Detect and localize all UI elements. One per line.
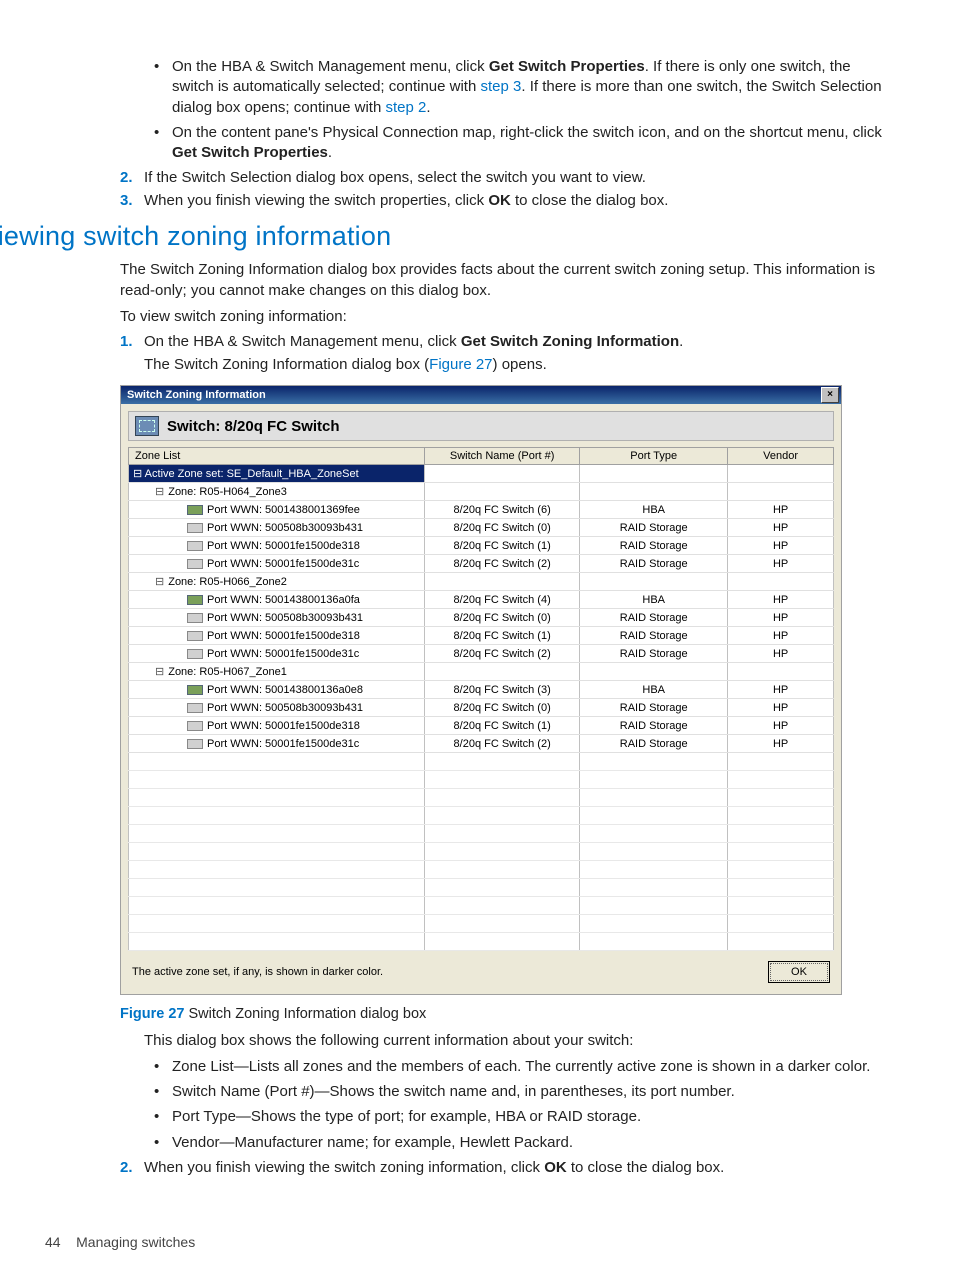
table-row[interactable] (129, 915, 834, 933)
link-step2[interactable]: step 2 (385, 99, 426, 116)
intro-bullet-list: On the HBA & Switch Management menu, cli… (144, 57, 894, 163)
intro-bullet-1: On the HBA & Switch Management menu, cli… (172, 57, 894, 118)
table-row[interactable] (129, 825, 834, 843)
ok-button[interactable]: OK (768, 961, 830, 983)
step-2: 2. When you finish viewing the switch zo… (120, 1159, 894, 1176)
close-icon[interactable]: × (821, 387, 839, 403)
table-row[interactable] (129, 933, 834, 951)
section-heading: Viewing switch zoning information (0, 221, 894, 252)
table-row[interactable] (129, 861, 834, 879)
table-row[interactable] (129, 879, 834, 897)
link-figure-27[interactable]: Figure 27 (429, 356, 492, 373)
list-item: Vendor—Manufacturer name; for example, H… (172, 1133, 894, 1153)
table-row[interactable] (129, 807, 834, 825)
table-row[interactable]: Zone: R05-H066_Zone2 (129, 573, 834, 591)
table-row[interactable] (129, 771, 834, 789)
intro-bullet-2: On the content pane's Physical Connectio… (172, 123, 894, 164)
figure-caption: Figure 27 Switch Zoning Information dial… (120, 1005, 894, 1025)
table-row[interactable]: Port WWN: 50001fe1500de3188/20q FC Switc… (129, 537, 834, 555)
table-row[interactable]: Port WWN: 50001fe1500de3188/20q FC Switc… (129, 717, 834, 735)
switch-icon (135, 416, 159, 436)
table-row[interactable] (129, 843, 834, 861)
table-row[interactable]: Port WWN: 50001fe1500de31c8/20q FC Switc… (129, 555, 834, 573)
col-zone-list[interactable]: Zone List (129, 448, 425, 465)
dialog-title: Switch Zoning Information (127, 389, 266, 401)
list-item: Zone List—Lists all zones and the member… (172, 1057, 894, 1077)
table-row[interactable]: Port WWN: 50001fe1500de31c8/20q FC Switc… (129, 645, 834, 663)
table-row[interactable]: Active Zone set: SE_Default_HBA_ZoneSet (129, 465, 834, 483)
col-port-type[interactable]: Port Type (580, 448, 728, 465)
intro-step-3: 3.When you finish viewing the switch pro… (120, 192, 894, 209)
table-row[interactable]: Port WWN: 5001438001369fee8/20q FC Switc… (129, 501, 834, 519)
table-row[interactable]: Port WWN: 500143800136a0e88/20q FC Switc… (129, 681, 834, 699)
step-1: 1. On the HBA & Switch Management menu, … (120, 333, 894, 373)
dialog-note: The active zone set, if any, is shown in… (132, 966, 768, 978)
table-row[interactable]: Zone: R05-H064_Zone3 (129, 483, 834, 501)
body-para-2: To view switch zoning information: (120, 307, 894, 327)
table-row[interactable] (129, 753, 834, 771)
table-row[interactable]: Port WWN: 500508b30093b4318/20q FC Switc… (129, 699, 834, 717)
table-row[interactable] (129, 897, 834, 915)
link-step3[interactable]: step 3 (480, 78, 521, 95)
body-para-1: The Switch Zoning Information dialog box… (120, 260, 894, 301)
table-row[interactable]: Port WWN: 500508b30093b4318/20q FC Switc… (129, 519, 834, 537)
after-bullets: Zone List—Lists all zones and the member… (144, 1057, 894, 1153)
zone-table: Zone List Switch Name (Port #) Port Type… (128, 447, 834, 951)
after-para: This dialog box shows the following curr… (144, 1031, 894, 1051)
switch-label: Switch: 8/20q FC Switch (167, 418, 340, 435)
table-row[interactable] (129, 789, 834, 807)
col-switch-name[interactable]: Switch Name (Port #) (425, 448, 580, 465)
table-row[interactable]: Port WWN: 500143800136a0fa8/20q FC Switc… (129, 591, 834, 609)
list-item: Port Type—Shows the type of port; for ex… (172, 1107, 894, 1127)
table-row[interactable]: Port WWN: 500508b30093b4318/20q FC Switc… (129, 609, 834, 627)
table-row[interactable]: Port WWN: 50001fe1500de3188/20q FC Switc… (129, 627, 834, 645)
intro-step-2: 2.If the Switch Selection dialog box ope… (120, 169, 894, 186)
list-item: Switch Name (Port #)—Shows the switch na… (172, 1082, 894, 1102)
dialog-titlebar: Switch Zoning Information × (121, 386, 841, 404)
page-footer: 44 Managing switches (45, 1234, 195, 1250)
table-row[interactable]: Zone: R05-H067_Zone1 (129, 663, 834, 681)
switch-header: Switch: 8/20q FC Switch (128, 411, 834, 441)
switch-zoning-dialog: Switch Zoning Information × Switch: 8/20… (120, 385, 842, 995)
col-vendor[interactable]: Vendor (728, 448, 834, 465)
table-row[interactable]: Port WWN: 50001fe1500de31c8/20q FC Switc… (129, 735, 834, 753)
